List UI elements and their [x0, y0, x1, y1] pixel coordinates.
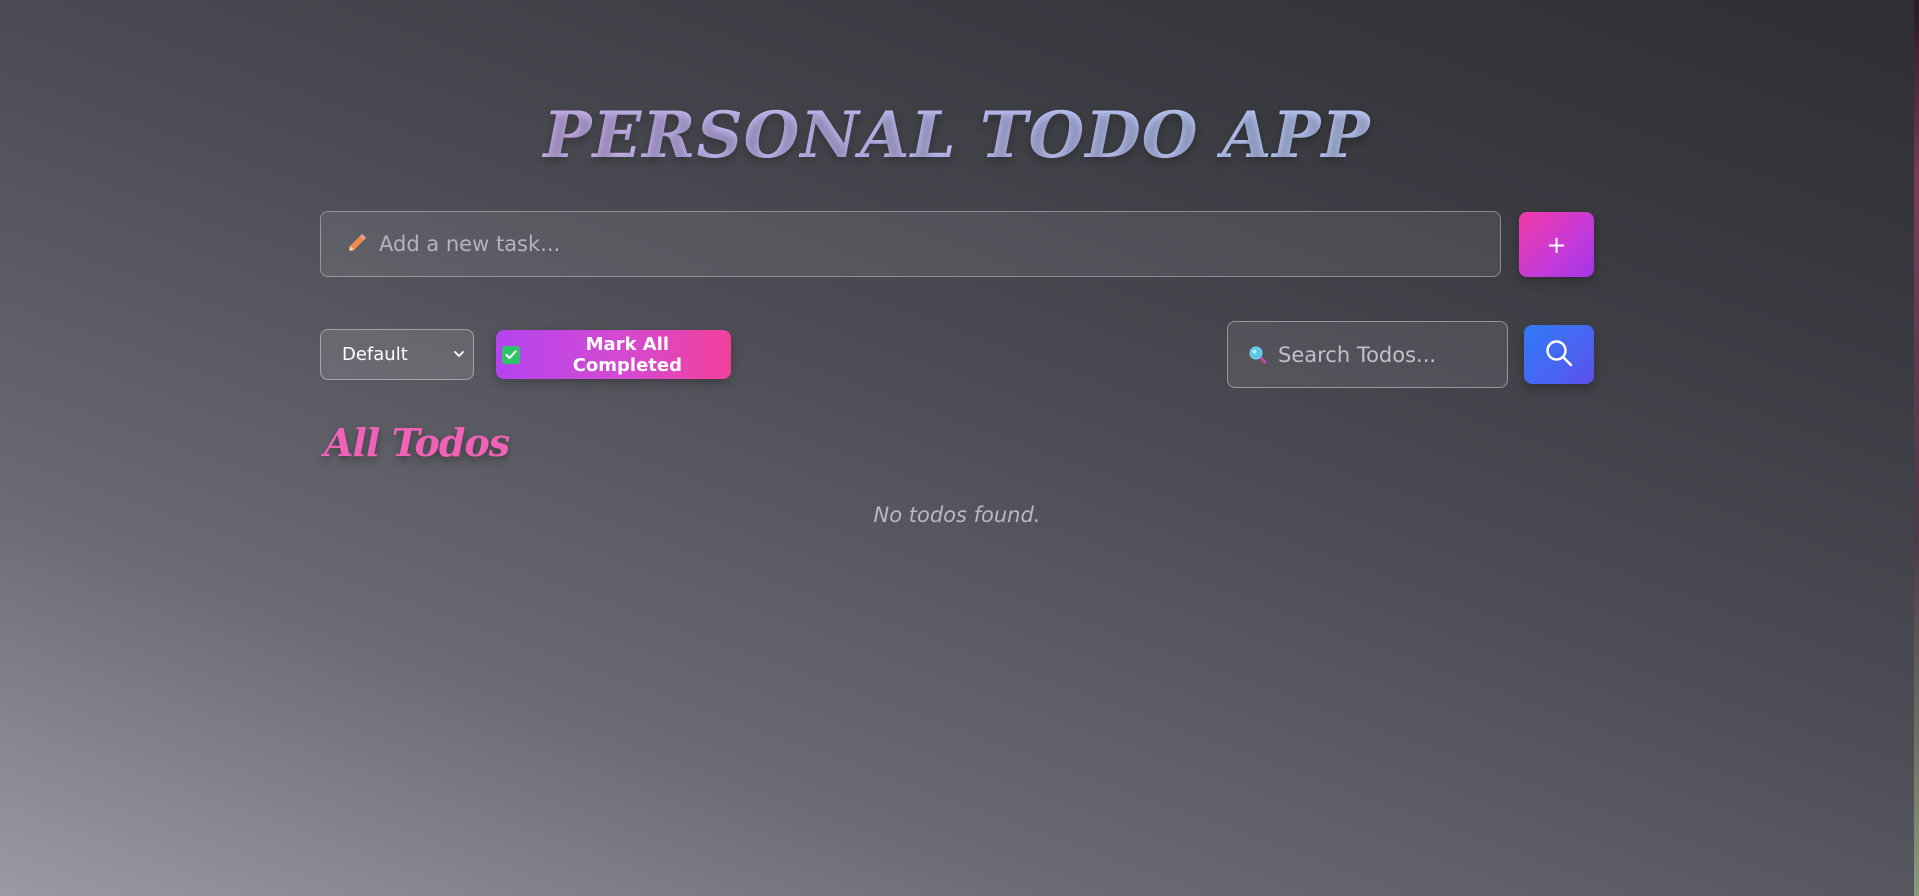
- search-button[interactable]: [1524, 325, 1594, 384]
- new-task-input[interactable]: [377, 211, 1500, 277]
- window-edge-strip: [1914, 0, 1919, 896]
- magnifier-icon: [1248, 345, 1268, 365]
- check-icon: [502, 345, 520, 364]
- sort-select-value: Default: [342, 344, 408, 365]
- mark-all-completed-label: Mark All Completed: [572, 333, 682, 376]
- sort-select[interactable]: Default: [320, 329, 474, 380]
- search-input[interactable]: [1276, 321, 1507, 388]
- search-icon: [1544, 338, 1574, 371]
- section-heading: All Todos: [324, 420, 510, 465]
- pencil-icon: [345, 233, 367, 255]
- search-container[interactable]: [1227, 321, 1508, 388]
- add-task-button[interactable]: +: [1519, 212, 1594, 277]
- empty-list-message: No todos found.: [873, 503, 1041, 527]
- page-title: PERSONAL TODO APP: [0, 96, 1914, 176]
- chevron-down-icon: [453, 344, 465, 365]
- task-input-container[interactable]: [320, 211, 1501, 277]
- mark-all-completed-button[interactable]: Mark All Completed: [496, 330, 731, 379]
